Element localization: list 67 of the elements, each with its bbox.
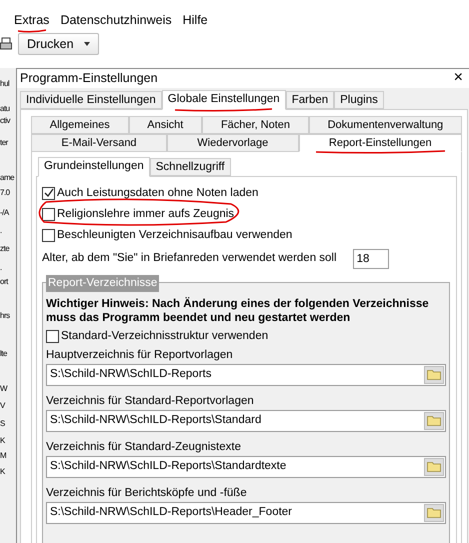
path-label: Verzeichnis für Standard-Reportvorlagen bbox=[46, 394, 255, 409]
background-text: K bbox=[0, 435, 5, 446]
background-text: ame bbox=[0, 172, 14, 183]
folder-button[interactable] bbox=[424, 458, 444, 476]
tab[interactable]: Fächer, Noten bbox=[202, 116, 309, 134]
tab[interactable]: Allgemeines bbox=[31, 116, 128, 134]
background-text: ter bbox=[0, 137, 8, 148]
folder-icon bbox=[427, 369, 441, 380]
tab[interactable]: Grundeinstellungen bbox=[38, 156, 150, 177]
tab[interactable]: Globale Einstellungen bbox=[162, 90, 286, 110]
background-text: ort bbox=[0, 276, 8, 287]
path-label: Verzeichnis für Berichtsköpfe und -füße bbox=[46, 486, 248, 501]
folder-icon bbox=[427, 461, 441, 472]
path-field[interactable]: S:\Schild-NRW\SchILD-Reports\Standard bbox=[46, 410, 446, 432]
tab[interactable]: Plugins bbox=[334, 90, 384, 109]
background-text: V bbox=[0, 400, 5, 411]
folder-icon bbox=[427, 507, 441, 518]
tab[interactable]: Report-Einstellungen bbox=[298, 134, 462, 152]
folder-button[interactable] bbox=[424, 504, 444, 522]
checkbox[interactable] bbox=[42, 186, 55, 200]
age-field[interactable]: 18 bbox=[352, 248, 389, 269]
caret-icon bbox=[84, 42, 90, 46]
background-text: lte bbox=[0, 348, 7, 359]
tab[interactable]: Ansicht bbox=[128, 116, 202, 134]
tab[interactable]: Farben bbox=[286, 90, 334, 109]
background-text: hul bbox=[0, 78, 10, 89]
background-text: zte bbox=[0, 243, 10, 254]
print-dropdown-button[interactable]: Drucken bbox=[18, 33, 99, 55]
option-label: Standard-Verzeichnisstruktur verwenden bbox=[61, 328, 268, 344]
background-text: . bbox=[0, 225, 2, 236]
path-field[interactable]: S:\Schild-NRW\SchILD-Reports bbox=[46, 364, 446, 386]
group-title: Report-Verzeichnisse bbox=[46, 274, 160, 292]
tab[interactable]: E-Mail-Versand bbox=[31, 134, 167, 152]
window-title: Programm-Einstellungen bbox=[20, 70, 158, 87]
menu-item[interactable]: Datenschutzhinweis bbox=[60, 11, 172, 30]
path-field[interactable]: S:\Schild-NRW\SchILD-Reports\Standardtexte bbox=[46, 456, 446, 478]
folder-icon bbox=[427, 415, 441, 426]
tab[interactable]: Schnellzugriff bbox=[150, 158, 231, 176]
path-label: Hauptverzeichnis für Reportvorlagen bbox=[46, 348, 234, 363]
option-label: Beschleunigten Verzeichnisaufbau verwenden bbox=[57, 228, 292, 243]
background-text: atu bbox=[0, 103, 10, 114]
folder-button[interactable] bbox=[424, 366, 444, 384]
background-text: M bbox=[0, 450, 6, 461]
path-field[interactable]: S:\Schild-NRW\SchILD-Reports\Header_Footer bbox=[46, 502, 446, 524]
background-text: hrs bbox=[0, 310, 10, 321]
background-text: W bbox=[0, 383, 8, 394]
folder-button[interactable] bbox=[424, 412, 444, 430]
tab[interactable]: Individuelle Einstellungen bbox=[20, 90, 162, 109]
age-label: Alter, ab dem "Sie" in Briefanreden verwendet werden soll bbox=[42, 251, 337, 266]
checkbox[interactable] bbox=[42, 228, 55, 242]
background-text: 7.0 bbox=[0, 187, 10, 198]
menu-item[interactable]: Extras bbox=[14, 11, 50, 30]
checkbox[interactable] bbox=[42, 208, 55, 221]
menu-item[interactable]: Hilfe bbox=[182, 11, 208, 30]
path-label: Verzeichnis für Standard-Zeugnistexte bbox=[46, 440, 242, 455]
close-button[interactable]: × bbox=[454, 70, 463, 86]
background-text: K bbox=[0, 466, 5, 477]
notice-text: Wichtiger Hinweis: Nach Änderung eines der folgenden Verzeichnisse muss das Programm beendet und neu gestartet werden bbox=[46, 296, 430, 325]
background-text: . bbox=[0, 262, 2, 273]
option-label: Religionslehre immer aufs Zeugnis bbox=[57, 206, 234, 222]
tab[interactable]: Wiedervorlage bbox=[166, 134, 299, 152]
checkbox[interactable] bbox=[46, 330, 59, 343]
tab[interactable]: Dokumentenverwaltung bbox=[308, 116, 462, 134]
background-text: -/A bbox=[0, 207, 9, 218]
background-text: S bbox=[0, 418, 5, 429]
background-text: ctiv bbox=[0, 115, 10, 126]
option-label: Auch Leistungsdaten ohne Noten laden bbox=[57, 186, 258, 201]
